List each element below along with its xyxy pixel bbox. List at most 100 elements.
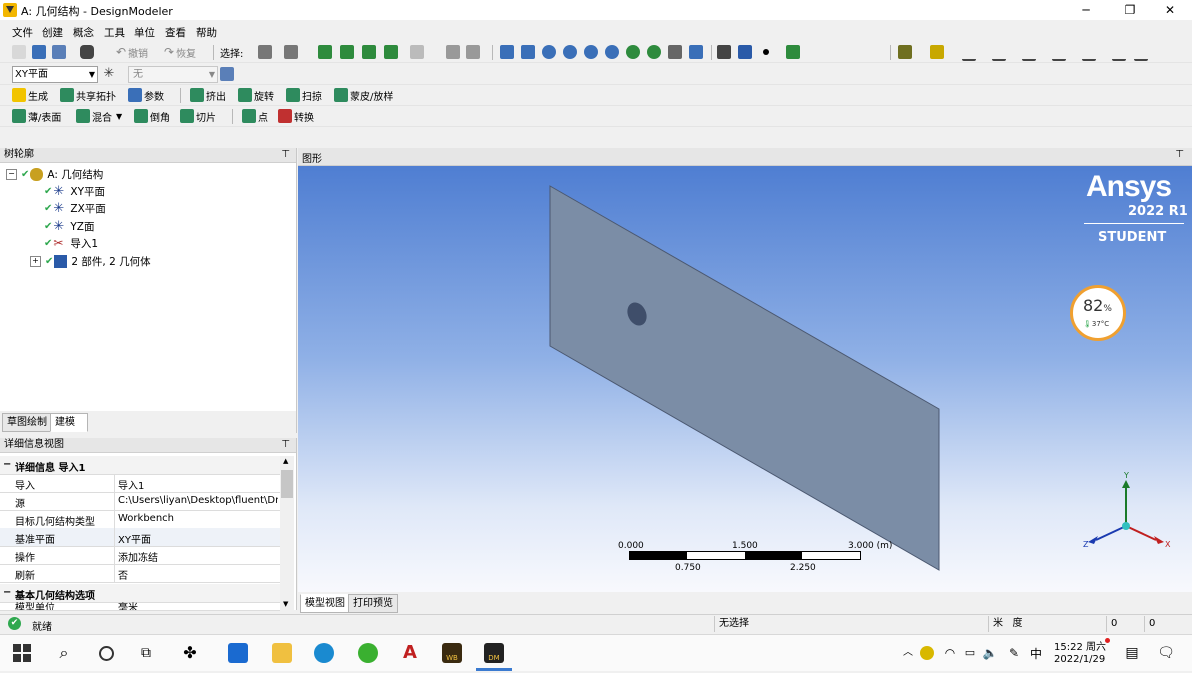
chamfer-button[interactable]: 倒角 xyxy=(134,108,170,124)
pin-icon[interactable]: ⊤ xyxy=(281,148,290,162)
graphics-viewport[interactable]: Ansys 2022 R1 STUDENT 82% 🌡37°C 0.000 1.… xyxy=(298,166,1192,592)
line-tool-2-icon[interactable] xyxy=(992,45,1006,61)
menu-file[interactable]: 文件 xyxy=(12,25,33,40)
extend-select-icon[interactable] xyxy=(410,45,424,59)
point-button[interactable]: 点 xyxy=(242,108,268,124)
conversion-button[interactable]: 转换 xyxy=(278,108,314,124)
tree-item-xy-plane[interactable]: ✔ ✳ XY平面 xyxy=(44,183,105,199)
menu-tools[interactable]: 工具 xyxy=(104,25,125,40)
thin-surface-button[interactable]: 薄/表面 xyxy=(12,108,61,124)
box-zoom-icon[interactable] xyxy=(563,45,577,59)
scroll-down-icon[interactable]: ▼ xyxy=(283,600,288,608)
share-topology-button[interactable]: 共享拓扑 xyxy=(60,87,116,103)
parameters-button[interactable]: 参数 xyxy=(128,87,164,103)
clock-date[interactable]: 2022/1/29 xyxy=(1054,654,1105,665)
refresh-view-icon[interactable] xyxy=(786,45,800,59)
point-display-icon[interactable] xyxy=(759,45,773,59)
line-tool-4-icon[interactable] xyxy=(1052,45,1066,61)
menu-view[interactable]: 查看 xyxy=(165,25,186,40)
tab-sketching[interactable]: 草图绘制 xyxy=(2,413,52,432)
tree-item-parts[interactable]: + ✔ 2 部件, 2 几何体 xyxy=(30,253,151,269)
edge-browser-icon[interactable] xyxy=(314,643,334,663)
details-row[interactable]: 操作 添加冻结 xyxy=(0,546,280,565)
details-row[interactable]: 基准平面 XY平面 xyxy=(0,528,280,547)
workbench-icon[interactable]: WB xyxy=(442,643,462,663)
generate-button[interactable]: 生成 xyxy=(12,87,48,103)
color-display-icon[interactable] xyxy=(898,45,912,59)
previous-view-icon[interactable] xyxy=(626,45,640,59)
menu-concept[interactable]: 概念 xyxy=(73,25,94,40)
search-icon[interactable]: ⌕ xyxy=(54,643,74,663)
close-button[interactable]: ✕ xyxy=(1150,0,1190,20)
battery-icon[interactable]: ▭ xyxy=(960,643,980,663)
pan-icon[interactable] xyxy=(521,45,535,59)
tree-item-import1[interactable]: ✔ ✂ 导入1 xyxy=(44,235,98,251)
action-center-icon[interactable]: 🗨 xyxy=(1156,643,1176,663)
details-section-import[interactable]: − 详细信息 导入1 xyxy=(0,456,280,475)
flag-tool-icon[interactable] xyxy=(1134,45,1148,61)
collapse-icon[interactable]: − xyxy=(3,459,11,470)
cortana-icon[interactable] xyxy=(96,643,116,663)
skin-loft-button[interactable]: 蒙皮/放样 xyxy=(334,87,393,103)
wifi-icon[interactable]: ◠ xyxy=(940,643,960,663)
tree-item-geometry[interactable]: − ✔ A: 几何结构 xyxy=(6,166,103,182)
display-model-icon[interactable] xyxy=(738,45,752,59)
details-row[interactable]: 模型单位 毫米 xyxy=(0,602,280,611)
collapse-icon[interactable]: − xyxy=(6,168,17,180)
clock-time[interactable]: 15:22 周六 xyxy=(1054,638,1106,653)
next-view-icon[interactable] xyxy=(647,45,661,59)
new-sketch-icon[interactable] xyxy=(220,67,234,81)
pin-tool-icon[interactable] xyxy=(1112,45,1126,61)
details-row[interactable]: 目标几何结构类型 Workbench xyxy=(0,510,280,529)
redo-button[interactable]: ↷ 恢复 xyxy=(164,44,196,60)
notes-icon[interactable]: ▤ xyxy=(1122,643,1142,663)
screenshot-icon[interactable] xyxy=(80,45,94,59)
iso-view-icon[interactable] xyxy=(668,45,682,59)
details-scrollbar[interactable]: ▲ ▼ xyxy=(280,456,294,610)
new-plane-icon[interactable]: ✳ xyxy=(102,67,116,81)
magnifier-icon[interactable] xyxy=(605,45,619,59)
scroll-up-icon[interactable]: ▲ xyxy=(283,457,288,465)
menu-help[interactable]: 帮助 xyxy=(196,25,217,40)
tab-model-view[interactable]: 模型视图 xyxy=(300,594,350,613)
box-select-icon[interactable] xyxy=(446,45,460,59)
collapse-icon[interactable]: − xyxy=(3,587,11,598)
expand-icon[interactable]: + xyxy=(30,255,41,267)
revolve-button[interactable]: 旋转 xyxy=(238,87,274,103)
pin-icon[interactable]: ⊤ xyxy=(281,438,290,452)
view-icon[interactable] xyxy=(689,45,703,59)
select-face-icon[interactable] xyxy=(362,45,376,59)
volume-icon[interactable]: 🔈 xyxy=(980,643,1000,663)
details-row[interactable]: 导入 导入1 xyxy=(0,474,280,493)
performance-widget[interactable]: 82% 🌡37°C xyxy=(1070,285,1126,341)
tree-item-yz-plane[interactable]: ✔ ✳ YZ面 xyxy=(44,218,95,234)
task-view-icon[interactable]: ⧉ xyxy=(136,643,156,663)
designmodeler-icon[interactable]: DM xyxy=(484,643,504,663)
zoom-to-fit-icon[interactable] xyxy=(584,45,598,59)
pin-icon[interactable]: ⊤ xyxy=(1175,149,1184,160)
plane-select[interactable]: XY平面 ▼ xyxy=(12,66,98,83)
menu-units[interactable]: 单位 xyxy=(134,25,155,40)
pinwheel-app-icon[interactable]: ✤ xyxy=(180,643,200,663)
save-icon[interactable] xyxy=(32,45,46,59)
autocad-icon[interactable]: A xyxy=(400,643,420,663)
tray-chevron-icon[interactable]: ︿ xyxy=(898,643,918,663)
green-app-icon[interactable] xyxy=(358,643,378,663)
select-edge-icon[interactable] xyxy=(340,45,354,59)
line-tool-5-icon[interactable] xyxy=(1082,45,1096,61)
details-section-basic-options[interactable]: − 基本几何结构选项 xyxy=(0,584,280,603)
tree-item-zx-plane[interactable]: ✔ ✳ ZX平面 xyxy=(44,200,106,216)
restore-button[interactable]: ❐ xyxy=(1110,0,1150,20)
tray-app-icon[interactable] xyxy=(920,646,934,660)
axis-triad[interactable] xyxy=(1080,468,1170,558)
details-row[interactable]: 源 C:\Users\liyan\Desktop\fluent\Dr... xyxy=(0,492,280,511)
line-tool-3-icon[interactable] xyxy=(1022,45,1036,61)
rotate-icon[interactable] xyxy=(500,45,514,59)
pen-icon[interactable]: ✎ xyxy=(1004,643,1024,663)
tab-print-preview[interactable]: 打印预览 xyxy=(348,594,398,613)
edge-color-icon[interactable] xyxy=(930,45,944,59)
select-point-icon[interactable] xyxy=(318,45,332,59)
tab-modeling[interactable]: 建模 xyxy=(50,413,88,432)
details-row[interactable]: 刷新否 xyxy=(0,564,280,583)
line-tool-icon[interactable] xyxy=(962,45,976,61)
